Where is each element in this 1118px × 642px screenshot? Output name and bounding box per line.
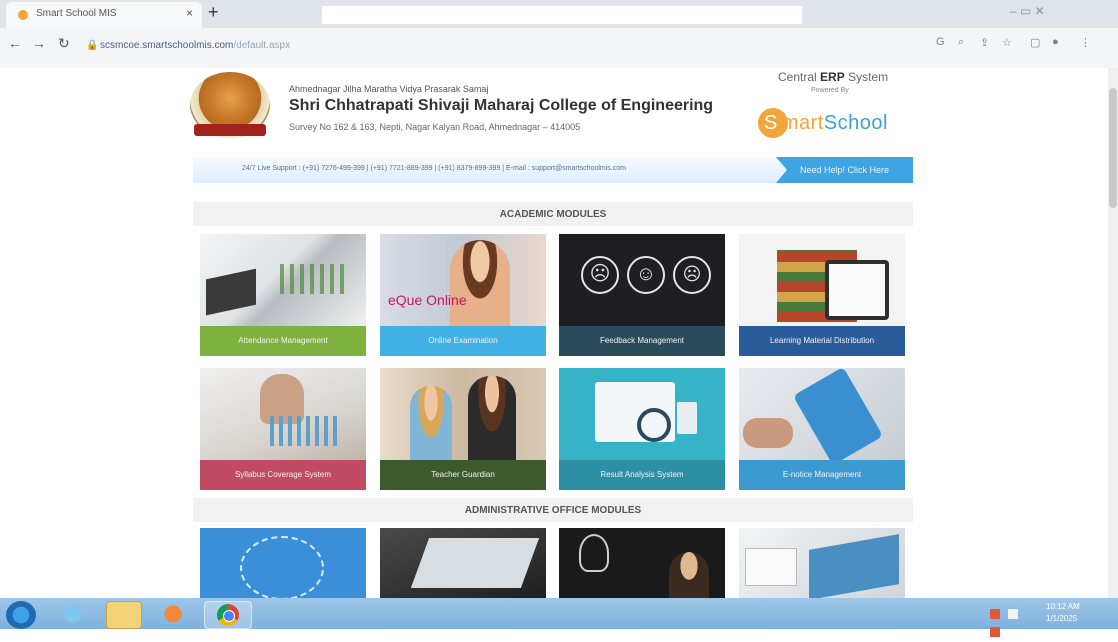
tile-attendance-management[interactable]: Attendance Management bbox=[200, 234, 366, 356]
window-controls[interactable]: – ▭ ✕ bbox=[1010, 4, 1045, 18]
tile-teacher-guardian[interactable]: Teacher Guardian bbox=[380, 368, 546, 490]
report-chart-icon bbox=[270, 416, 340, 446]
reload-icon[interactable]: ↻ bbox=[58, 35, 70, 52]
admin-section-title: ADMINISTRATIVE OFFICE MODULES bbox=[464, 505, 642, 516]
college-name: Shri Chhatrapati Shivaji Maharaj College… bbox=[289, 97, 714, 114]
tile-admin-accounts[interactable] bbox=[739, 528, 905, 598]
media-player-icon[interactable] bbox=[156, 601, 190, 627]
new-tab-button[interactable]: + bbox=[208, 2, 219, 23]
academic-section-title: ACADEMIC MODULES bbox=[499, 209, 607, 220]
url-host: scsmcoe.smartschoolmis.com bbox=[100, 40, 234, 51]
tablet-icon bbox=[825, 260, 889, 320]
tile-label: Online Examination bbox=[380, 326, 546, 356]
syllabus-image bbox=[200, 368, 366, 460]
eque-online-label: eQue Online bbox=[388, 292, 467, 308]
e-notice-image bbox=[739, 368, 905, 466]
online-exam-image: eQue Online bbox=[380, 234, 546, 326]
lock-icon[interactable]: 🔒 bbox=[86, 40, 98, 51]
page-scrollbar[interactable] bbox=[1108, 68, 1118, 598]
chrome-icon bbox=[217, 604, 239, 626]
calculator-small-icon bbox=[677, 402, 697, 434]
teacher-guardian-image bbox=[380, 368, 546, 460]
tile-label: Learning Material Distribution bbox=[739, 326, 905, 356]
tile-label: Feedback Management bbox=[559, 326, 725, 356]
college-logo bbox=[190, 72, 270, 138]
share-icon[interactable]: ⇪ bbox=[980, 36, 989, 49]
scrollbar-thumb[interactable] bbox=[1109, 88, 1117, 208]
tile-admin-idea[interactable] bbox=[559, 528, 725, 598]
teacher-icon bbox=[468, 376, 516, 460]
tile-label: Attendance Management bbox=[200, 326, 366, 356]
profile-icon[interactable]: ● bbox=[1052, 36, 1059, 48]
learning-material-image bbox=[739, 234, 905, 326]
tile-syllabus-coverage-system[interactable]: Syllabus Coverage System bbox=[200, 368, 366, 490]
neutral-face-icon: ☹ bbox=[581, 256, 619, 294]
back-icon[interactable]: ← bbox=[8, 35, 22, 51]
tile-feedback-management[interactable]: ☹ ☺ ☹ Feedback Management bbox=[559, 234, 725, 356]
bookmark-star-icon[interactable]: ☆ bbox=[1002, 36, 1012, 49]
chrome-taskbar-button[interactable] bbox=[204, 601, 252, 629]
network-diagram-icon bbox=[240, 536, 324, 598]
tile-e-notice-management[interactable]: E-notice Management bbox=[739, 368, 905, 490]
calculator-icon bbox=[206, 268, 256, 316]
need-help-label[interactable]: Need Help! Click Here bbox=[800, 165, 889, 175]
lightbulb-icon bbox=[579, 534, 609, 572]
sad-face-icon: ☹ bbox=[673, 256, 711, 294]
magnifier-icon bbox=[637, 408, 671, 442]
document-icon bbox=[745, 548, 797, 586]
translate-icon[interactable]: G bbox=[936, 36, 945, 48]
start-button-icon[interactable] bbox=[6, 601, 36, 629]
student-icon bbox=[450, 240, 510, 326]
browser-tab[interactable]: Smart School MIS × bbox=[6, 2, 202, 28]
result-analysis-image bbox=[559, 368, 725, 460]
smartschool-brand: SmartSchool bbox=[764, 112, 888, 134]
trust-name: Ahmednagar Jilha Maratha Vidya Prasarak … bbox=[289, 84, 489, 94]
menu-icon[interactable]: ⋮ bbox=[1080, 36, 1091, 49]
tab-strip-blank bbox=[322, 6, 802, 24]
erp-title: Central ERP System bbox=[778, 70, 889, 84]
feedback-image: ☹ ☺ ☹ bbox=[559, 234, 725, 326]
taskbar-clock-time[interactable]: 10:12 AM bbox=[1046, 602, 1080, 611]
tab-close-icon[interactable]: × bbox=[186, 6, 193, 20]
chart-paper-icon bbox=[280, 264, 350, 294]
tile-label: E-notice Management bbox=[739, 460, 905, 490]
tile-label: Result Analysis System bbox=[559, 460, 725, 490]
laptop-screen-icon bbox=[809, 534, 899, 598]
tile-learning-material-distribution[interactable]: Learning Material Distribution bbox=[739, 234, 905, 356]
site-favicon-icon bbox=[18, 10, 28, 20]
network-icon[interactable] bbox=[1008, 609, 1019, 619]
forward-icon[interactable]: → bbox=[32, 35, 46, 51]
url-field[interactable]: scsmcoe.smartschoolmis.com/default.aspx bbox=[100, 40, 290, 51]
attendance-image bbox=[200, 234, 366, 326]
person-icon bbox=[669, 552, 709, 598]
tray-icon[interactable] bbox=[990, 609, 1000, 619]
tile-admin-network[interactable] bbox=[200, 528, 366, 598]
smartphone-icon bbox=[792, 368, 884, 466]
tile-admin-laptop[interactable] bbox=[380, 528, 546, 598]
internet-explorer-icon[interactable] bbox=[56, 601, 90, 627]
tile-result-analysis-system[interactable]: Result Analysis System bbox=[559, 368, 725, 490]
child-icon bbox=[410, 386, 452, 460]
system-tray-icons[interactable] bbox=[990, 606, 1030, 637]
taskbar-clock-date[interactable]: 1/1/2025 bbox=[1046, 614, 1077, 623]
url-path: /default.aspx bbox=[233, 40, 291, 51]
college-address: Survey No 162 & 163, Nepti, Nagar Kalyan… bbox=[289, 122, 581, 132]
zoom-icon[interactable]: ⌕ bbox=[958, 36, 964, 49]
laptop-icon bbox=[410, 538, 540, 588]
hand-holding-icon bbox=[743, 418, 793, 448]
sidebar-icon[interactable]: ▢ bbox=[1030, 36, 1040, 49]
powered-by: Powered By bbox=[811, 87, 849, 94]
support-contact-text: 24/7 Live Support : (+91) 7276-499-399 |… bbox=[242, 165, 626, 172]
tab-title: Smart School MIS bbox=[36, 8, 117, 19]
happy-face-icon: ☺ bbox=[627, 256, 665, 294]
tile-label: Teacher Guardian bbox=[380, 460, 546, 490]
tile-label: Syllabus Coverage System bbox=[200, 460, 366, 490]
tile-online-examination[interactable]: eQue Online Online Examination bbox=[380, 234, 546, 356]
file-explorer-icon[interactable] bbox=[106, 601, 142, 629]
